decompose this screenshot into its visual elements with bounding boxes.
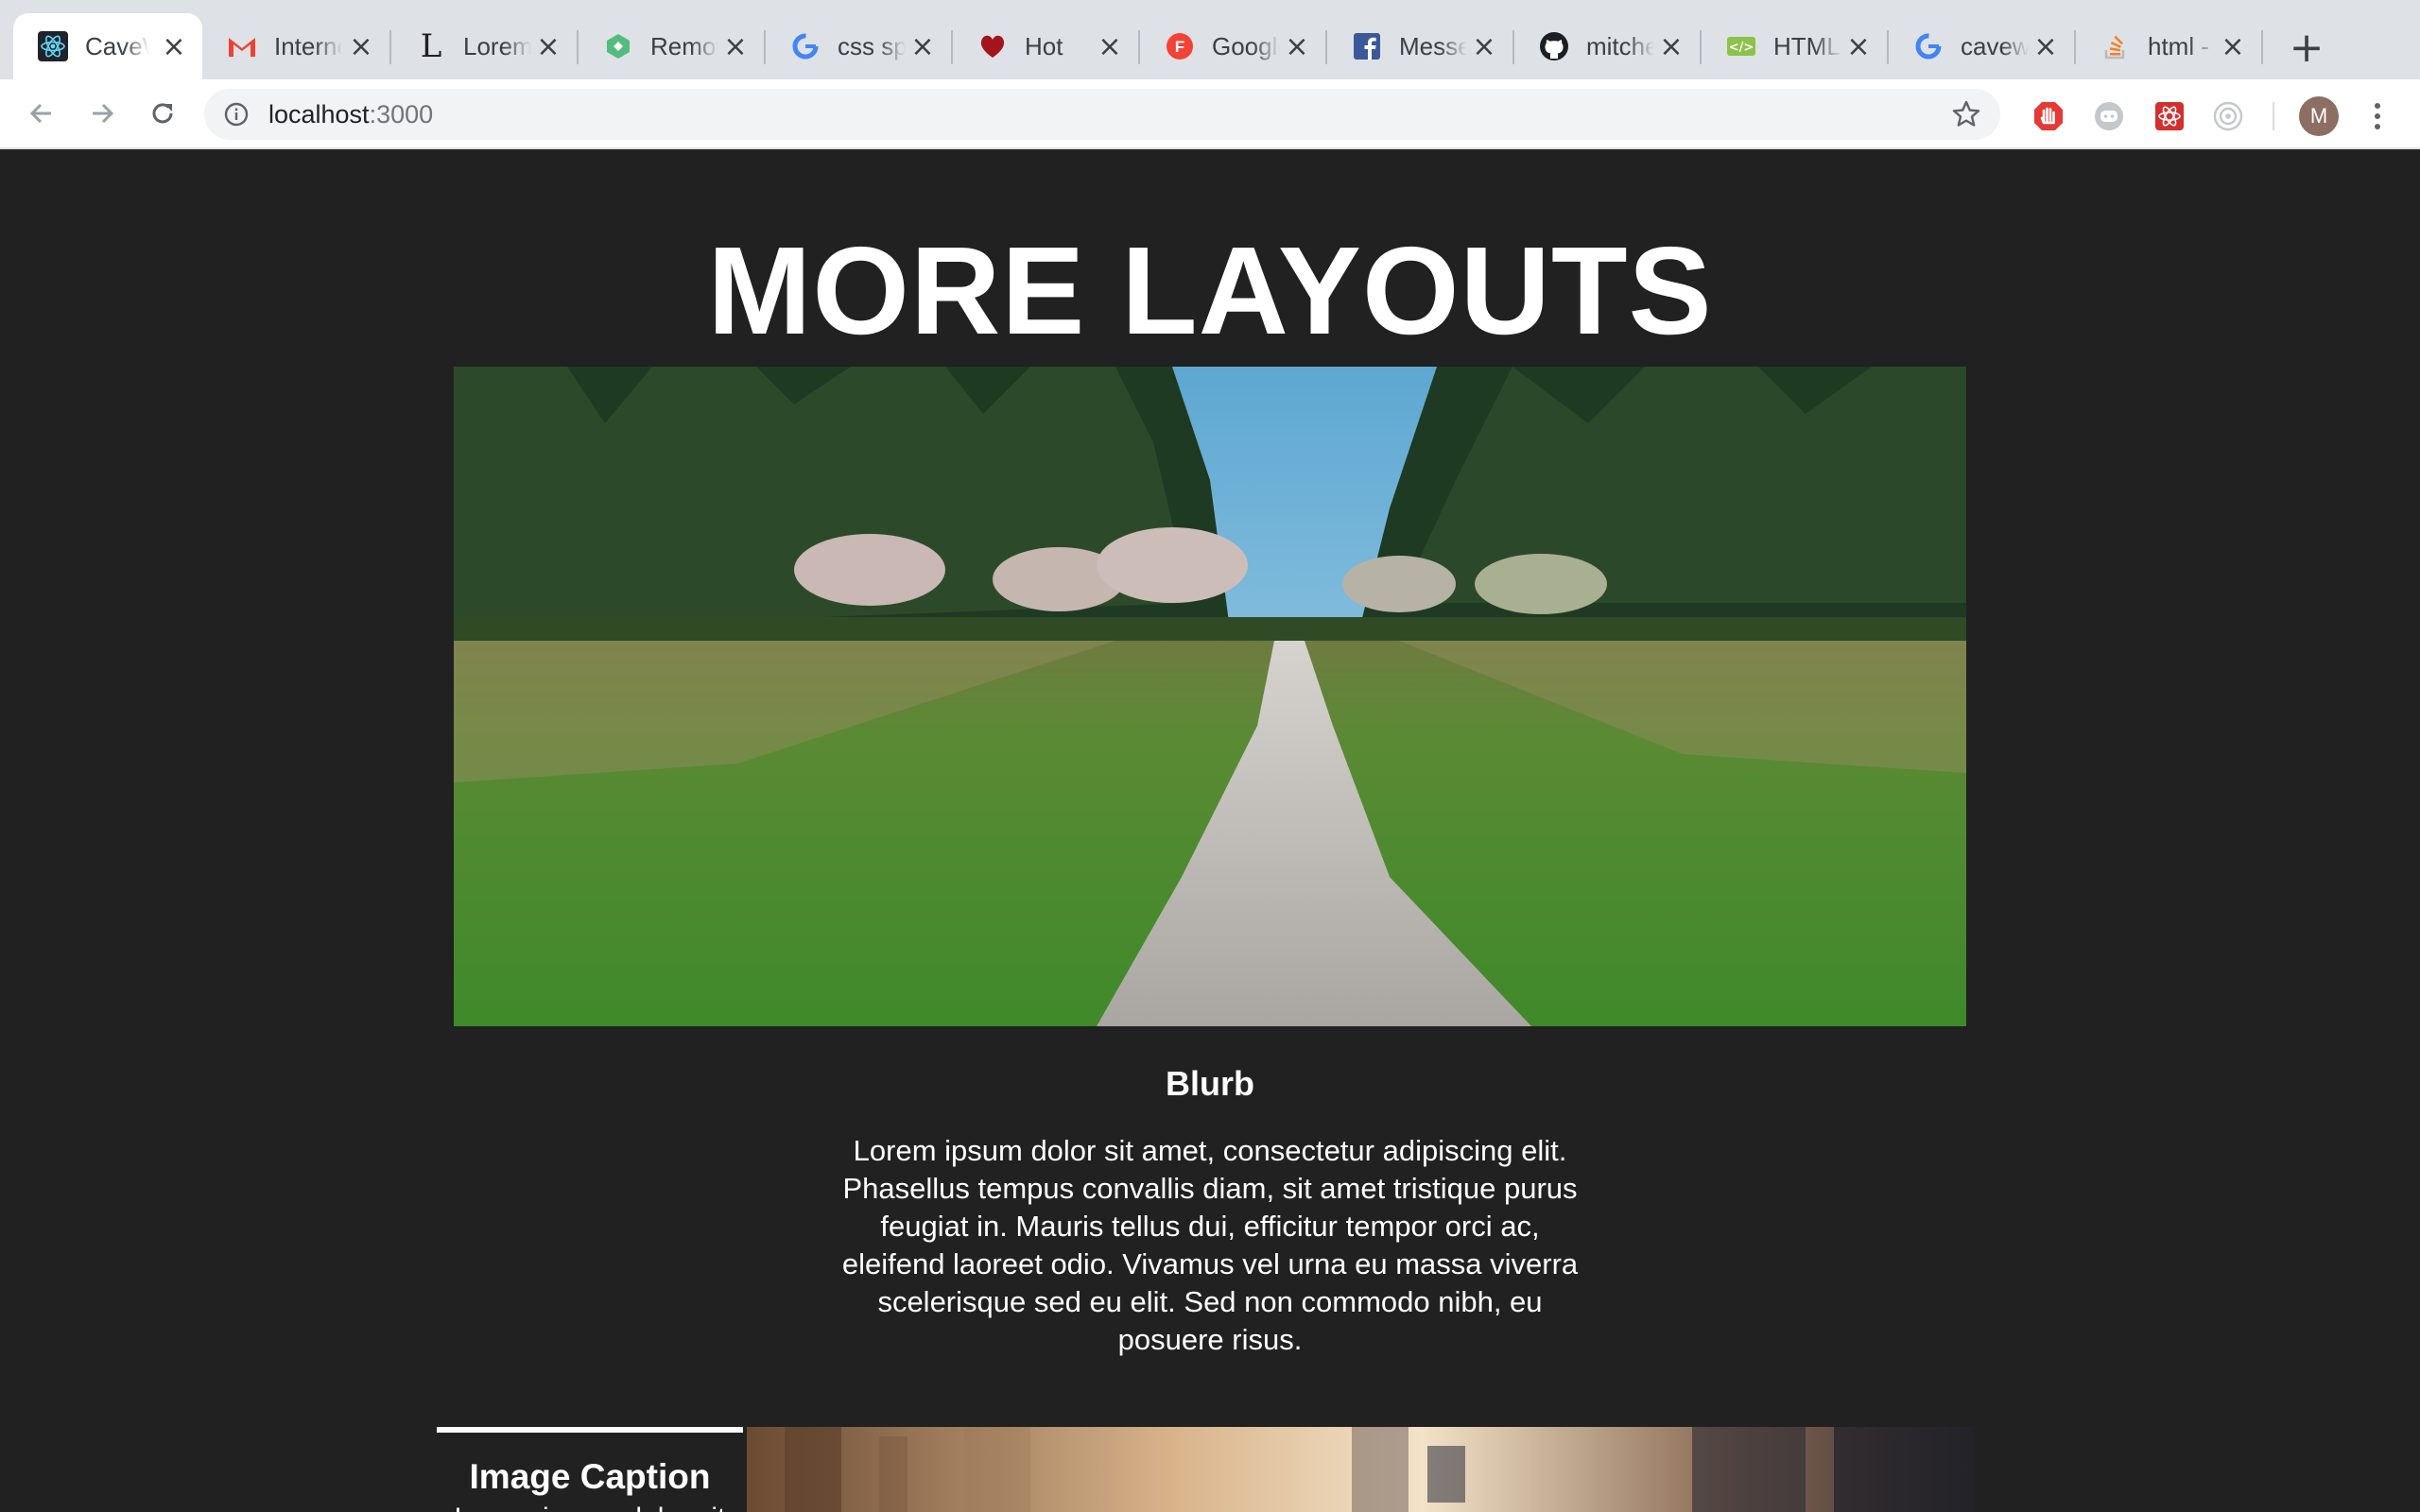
close-icon[interactable]: × bbox=[722, 30, 749, 63]
heart-icon bbox=[977, 31, 1008, 61]
caption-accent-bar bbox=[437, 1427, 743, 1433]
url-text[interactable]: localhost:3000 bbox=[268, 100, 433, 129]
tab-title: Lorem Ipsum bbox=[463, 31, 531, 60]
close-icon[interactable]: × bbox=[161, 30, 187, 63]
tab-messenger[interactable]: Messenger × bbox=[1327, 13, 1512, 79]
street-image bbox=[747, 1427, 1974, 1512]
react-icon bbox=[38, 31, 68, 61]
tab-title: Messenger bbox=[1399, 31, 1467, 60]
blurb-paragraph: Lorem ipsum dolor sit amet, consectetur … bbox=[841, 1134, 1579, 1356]
image-caption-text: Lorem ipsum dolor sit bbox=[437, 1503, 743, 1512]
tab-title: Internet Inbox bbox=[274, 31, 342, 60]
stackoverflow-icon bbox=[2100, 31, 2131, 61]
url-port: :3000 bbox=[369, 100, 434, 129]
url-host: localhost bbox=[268, 100, 370, 129]
gmail-icon bbox=[227, 31, 257, 61]
close-icon[interactable]: × bbox=[1658, 30, 1685, 63]
tab-google-fonts[interactable]: F Google Fonts × bbox=[1140, 13, 1325, 79]
address-bar[interactable]: localhost:3000 bbox=[204, 89, 2000, 140]
tab-title: caveweb bbox=[1961, 31, 2029, 60]
svg-text:</>: </> bbox=[1729, 41, 1754, 55]
google-icon bbox=[1913, 31, 1944, 61]
kebab-menu-icon[interactable] bbox=[2363, 96, 2392, 136]
facebook-icon bbox=[1352, 31, 1382, 61]
discord-extension-icon[interactable] bbox=[2093, 100, 2125, 132]
tab-stackoverflow[interactable]: html - × bbox=[2076, 13, 2261, 79]
svg-text:F: F bbox=[1175, 38, 1184, 56]
tab-lorem[interactable]: L Lorem Ipsum × bbox=[391, 13, 577, 79]
close-icon[interactable]: × bbox=[2220, 30, 2246, 63]
tab-caveweb[interactable]: CaveWeb × bbox=[13, 13, 202, 79]
close-icon[interactable]: × bbox=[1284, 30, 1310, 63]
page-viewport: MORE LAYOUTS Blurb Lorem ipsum dolor sit… bbox=[0, 149, 2420, 1512]
blurb-heading: Blurb bbox=[1166, 1064, 1254, 1103]
browser-toolbar: localhost:3000 M bbox=[0, 79, 2420, 149]
tab-title: css spacing bbox=[838, 31, 906, 60]
close-icon[interactable]: × bbox=[1471, 30, 1497, 63]
tab-html[interactable]: </> HTML × bbox=[1702, 13, 1887, 79]
hero-image bbox=[454, 367, 1966, 1026]
back-icon[interactable] bbox=[21, 93, 62, 134]
tab-title: Google Fonts bbox=[1212, 31, 1280, 60]
tab-separator bbox=[2261, 30, 2263, 64]
tab-remove[interactable]: Remove × bbox=[579, 13, 764, 79]
tab-title: Remove bbox=[650, 31, 718, 60]
tab-title: HTML bbox=[1773, 31, 1841, 60]
tab-strip: CaveWeb × Internet Inbox × L Lorem Ipsum… bbox=[0, 0, 2420, 79]
adblock-extension-icon[interactable] bbox=[2032, 100, 2065, 132]
profile-avatar[interactable]: M bbox=[2299, 96, 2339, 136]
reload-icon[interactable] bbox=[142, 93, 183, 134]
tab-hot[interactable]: Hot × bbox=[953, 13, 1138, 79]
tab-caveweb-search[interactable]: caveweb × bbox=[1889, 13, 2074, 79]
tab-title: html - bbox=[2148, 31, 2209, 60]
target-extension-icon[interactable] bbox=[2212, 100, 2244, 132]
google-icon bbox=[790, 31, 821, 61]
close-icon[interactable]: × bbox=[1097, 30, 1123, 63]
react-devtools-extension-icon[interactable] bbox=[2153, 100, 2186, 132]
remove-bg-icon bbox=[603, 31, 633, 61]
google-fonts-icon: F bbox=[1165, 31, 1195, 61]
toolbar-divider bbox=[2273, 102, 2274, 130]
lipsum-icon: L bbox=[420, 27, 442, 65]
bookmark-star-icon[interactable] bbox=[1951, 99, 1981, 129]
info-icon[interactable] bbox=[223, 101, 250, 128]
github-icon bbox=[1539, 31, 1569, 61]
close-icon[interactable]: × bbox=[909, 30, 936, 63]
close-icon[interactable]: × bbox=[348, 30, 374, 63]
tab-github[interactable]: mitchell × bbox=[1514, 13, 1700, 79]
close-icon[interactable]: × bbox=[1845, 30, 1872, 63]
tab-gmail[interactable]: Internet Inbox × bbox=[202, 13, 389, 79]
image-caption-title: Image Caption bbox=[469, 1457, 711, 1496]
new-tab-icon[interactable]: + bbox=[2280, 21, 2333, 74]
tab-title: mitchell bbox=[1586, 31, 1654, 60]
forward-icon[interactable] bbox=[81, 93, 123, 134]
close-icon[interactable]: × bbox=[2032, 30, 2059, 63]
page-title: MORE LAYOUTS bbox=[707, 221, 1713, 360]
html-icon: </> bbox=[1726, 31, 1756, 61]
tab-title: Hot bbox=[1025, 31, 1063, 60]
close-icon[interactable]: × bbox=[535, 30, 562, 63]
tab-title: CaveWeb bbox=[85, 31, 149, 60]
tab-css-search[interactable]: css spacing × bbox=[766, 13, 951, 79]
